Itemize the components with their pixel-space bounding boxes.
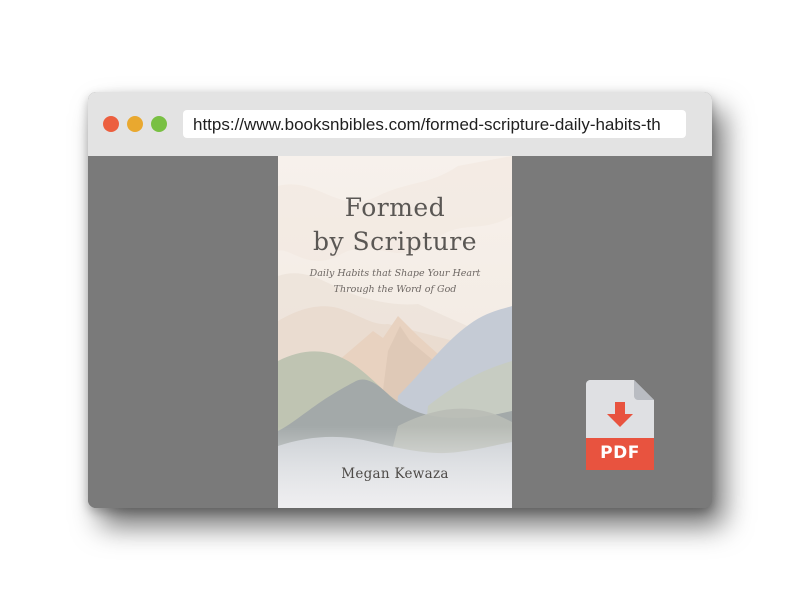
url-text: https://www.booksnbibles.com/formed-scri… (193, 115, 661, 134)
book-author: Megan Kewaza (341, 466, 449, 482)
book-subtitle-line1: Daily Habits that Shape Your Heart (309, 268, 481, 279)
book-title-line1: Formed (344, 193, 446, 222)
maximize-window-button[interactable] (151, 116, 167, 132)
browser-window: https://www.booksnbibles.com/formed-scri… (88, 92, 712, 508)
pdf-download-button[interactable]: PDF (586, 380, 654, 470)
page-content: Formed by Scripture Daily Habits that Sh… (88, 156, 712, 508)
address-bar[interactable]: https://www.booksnbibles.com/formed-scri… (183, 110, 686, 138)
pdf-label: PDF (600, 443, 640, 463)
close-window-button[interactable] (103, 116, 119, 132)
book-title-line2: by Scripture (312, 227, 478, 256)
book-subtitle-line2: Through the Word of God (333, 284, 457, 295)
minimize-window-button[interactable] (127, 116, 143, 132)
title-bar: https://www.booksnbibles.com/formed-scri… (88, 92, 712, 156)
book-cover[interactable]: Formed by Scripture Daily Habits that Sh… (278, 156, 512, 508)
